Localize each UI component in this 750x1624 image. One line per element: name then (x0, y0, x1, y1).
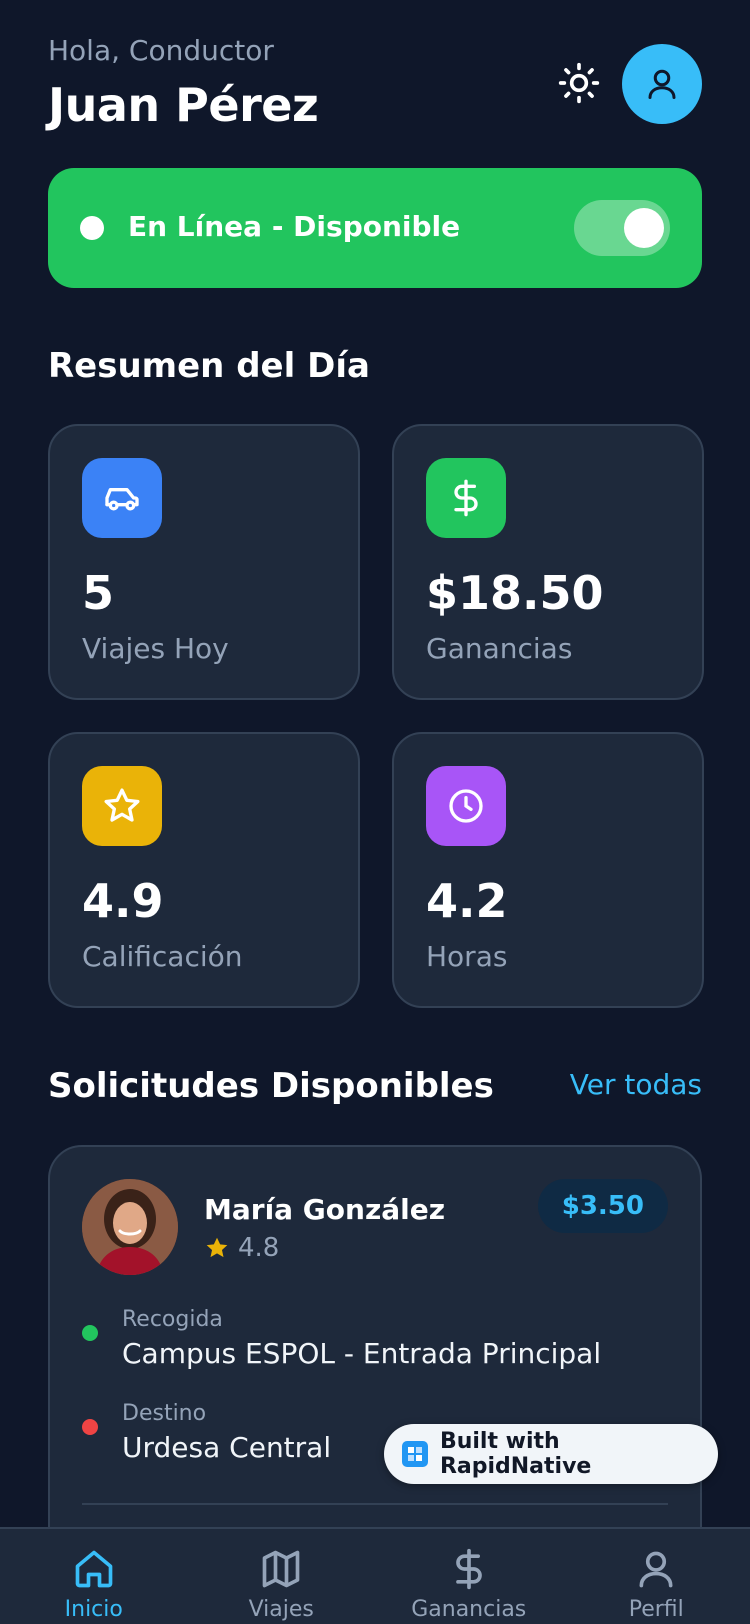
pickup-address: Campus ESPOL - Entrada Principal (122, 1337, 602, 1370)
hours-value: 4.2 (426, 874, 508, 928)
nav-label-inicio: Inicio (64, 1597, 123, 1622)
card-divider (82, 1503, 668, 1505)
nav-item-viajes[interactable]: Viajes (188, 1529, 376, 1624)
profile-avatar-button[interactable] (622, 44, 702, 124)
driver-name: Juan Pérez (48, 78, 319, 132)
hours-label: Horas (426, 940, 508, 973)
home-icon (70, 1545, 118, 1593)
pickup-label: Recogida (122, 1307, 223, 1332)
online-status-bar: En Línea - Disponible (48, 168, 702, 288)
built-with-badge[interactable]: Built with RapidNative (384, 1424, 718, 1484)
passenger-rating: 4.8 (204, 1233, 279, 1263)
destination-dot (82, 1419, 98, 1435)
star-filled-icon (206, 1237, 228, 1258)
bottom-navigation: Inicio Viajes Ganancias Perfil (0, 1527, 750, 1624)
nav-label-perfil: Perfil (628, 1597, 684, 1622)
greeting-text: Hola, Conductor (48, 34, 274, 67)
trips-today-label: Viajes Hoy (82, 632, 229, 665)
destination-label: Destino (122, 1401, 207, 1426)
requests-title: Solicitudes Disponibles (48, 1066, 494, 1106)
clock-icon (426, 766, 506, 846)
car-icon (82, 458, 162, 538)
summary-title: Resumen del Día (48, 346, 370, 386)
earnings-label: Ganancias (426, 632, 573, 665)
rating-label: Calificación (82, 940, 243, 973)
toggle-knob (624, 208, 664, 248)
stat-card-rating[interactable]: 4.9 Calificación (48, 732, 360, 1008)
fare-amount: $3.50 (561, 1191, 644, 1221)
see-all-link[interactable]: Ver todas (570, 1068, 702, 1101)
passenger-avatar (82, 1179, 178, 1275)
fare-badge: $3.50 (537, 1179, 668, 1233)
destination-address: Urdesa Central (122, 1431, 332, 1464)
rapidnative-logo-icon (402, 1441, 428, 1467)
dollar-icon (426, 458, 506, 538)
user-icon (648, 69, 676, 99)
rating-value: 4.9 (82, 874, 164, 928)
stat-card-hours[interactable]: 4.2 Horas (392, 732, 704, 1008)
user-icon (632, 1545, 680, 1593)
passenger-name: María González (204, 1193, 446, 1226)
built-with-text: Built with RapidNative (439, 1429, 592, 1479)
theme-toggle-button[interactable] (554, 58, 604, 108)
status-label: En Línea - Disponible (128, 210, 461, 243)
header: Hola, Conductor Juan Pérez (48, 34, 702, 134)
map-icon (257, 1545, 305, 1593)
trips-today-value: 5 (82, 566, 115, 620)
sun-icon (558, 62, 600, 104)
nav-item-perfil[interactable]: Perfil (563, 1529, 750, 1624)
status-indicator-dot (80, 216, 104, 240)
nav-item-inicio[interactable]: Inicio (0, 1529, 188, 1624)
nav-label-ganancias: Ganancias (411, 1597, 527, 1622)
pickup-dot (82, 1325, 98, 1341)
earnings-value: $18.50 (426, 566, 604, 620)
availability-toggle[interactable] (574, 200, 670, 256)
nav-label-viajes: Viajes (248, 1597, 314, 1622)
stat-card-trips[interactable]: 5 Viajes Hoy (48, 424, 360, 700)
nav-item-ganancias[interactable]: Ganancias (375, 1529, 563, 1624)
stat-card-earnings[interactable]: $18.50 Ganancias (392, 424, 704, 700)
passenger-rating-value: 4.8 (238, 1233, 280, 1263)
dollar-icon (445, 1545, 493, 1593)
star-icon (82, 766, 162, 846)
